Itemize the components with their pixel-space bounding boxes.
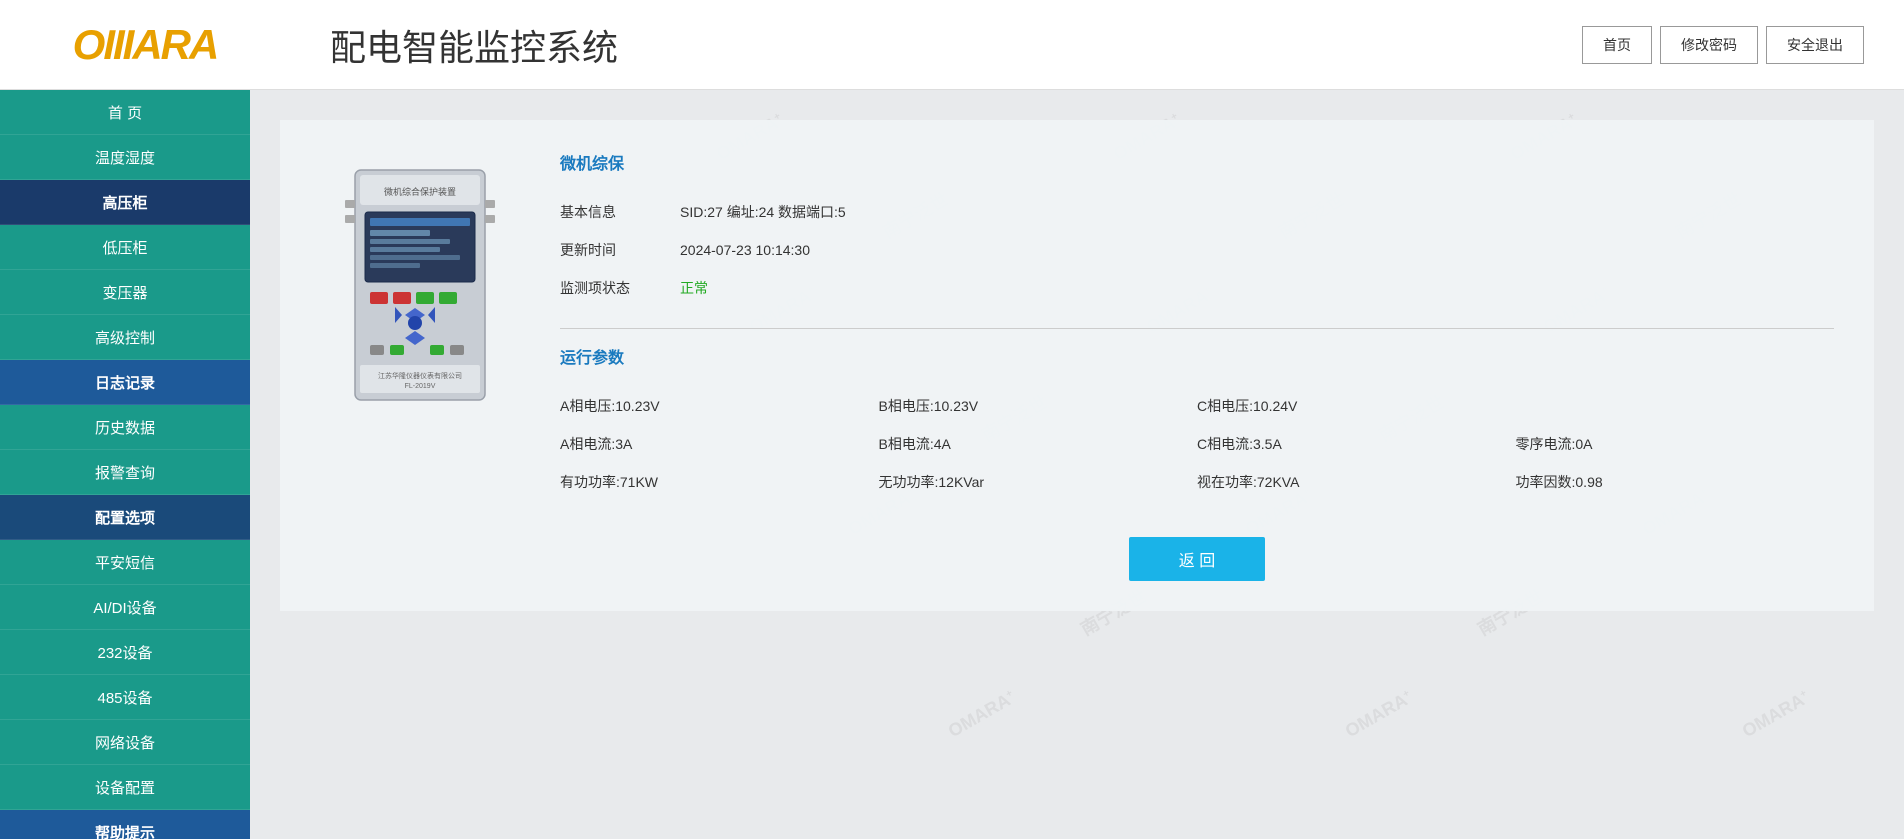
sidebar-item-log[interactable]: 日志记录: [0, 360, 250, 405]
basic-info-value: SID:27 编址:24 数据端口:5: [680, 202, 846, 222]
param-c-voltage: C相电压:10.24V: [1197, 396, 1516, 416]
return-button[interactable]: 返 回: [1129, 537, 1265, 581]
sidebar-item-low-voltage[interactable]: 低压柜: [0, 225, 250, 270]
param-c-current: C相电流:3.5A: [1197, 434, 1516, 454]
sidebar-item-transformer[interactable]: 变压器: [0, 270, 250, 315]
update-time-label: 更新时间: [560, 240, 680, 260]
sidebar-item-232[interactable]: 232设备: [0, 630, 250, 675]
sidebar-item-config[interactable]: 配置选项: [0, 495, 250, 540]
params-section: 运行参数 A相电压:10.23V B相电压:10.23V C相电压:10.24V…: [560, 344, 1834, 492]
sidebar-item-temp-humidity[interactable]: 温度湿度: [0, 135, 250, 180]
divider: [560, 328, 1834, 329]
monitor-status-label: 监测项状态: [560, 278, 680, 298]
sidebar: 首 页 温度湿度 高压柜 低压柜 变压器 高级控制 日志记录 历史数据 报警查询…: [0, 90, 250, 839]
sidebar-item-home[interactable]: 首 页: [0, 90, 250, 135]
param-active-power: 有功功率:71KW: [560, 472, 879, 492]
header: OIIIARA 配电智能监控系统 首页 修改密码 安全退出: [0, 0, 1904, 90]
section2-title: 运行参数: [560, 344, 1834, 376]
page-title: 配电智能监控系统: [270, 19, 1582, 71]
sidebar-item-history[interactable]: 历史数据: [0, 405, 250, 450]
logo-area: OIIIARA: [20, 21, 270, 69]
sidebar-item-advanced-control[interactable]: 高级控制: [0, 315, 250, 360]
sidebar-item-485[interactable]: 485设备: [0, 675, 250, 720]
info-panel: 微机综保 基本信息 SID:27 编址:24 数据端口:5 更新时间 2024-…: [560, 150, 1834, 581]
svg-text:微机综合保护装置: 微机综合保护装置: [384, 186, 456, 197]
basic-info-label: 基本信息: [560, 202, 680, 222]
param-apparent-power: 视在功率:72KVA: [1197, 472, 1516, 492]
change-password-button[interactable]: 修改密码: [1660, 26, 1758, 64]
sidebar-item-alarm[interactable]: 报警查询: [0, 450, 250, 495]
param-empty1: [1516, 396, 1835, 416]
sidebar-item-help-tips[interactable]: 帮助提示: [0, 810, 250, 839]
basic-info-row: 基本信息 SID:27 编址:24 数据端口:5: [560, 202, 1834, 222]
monitor-status-value: 正常: [680, 278, 708, 298]
svg-text:FL-2019V: FL-2019V: [405, 383, 436, 390]
param-reactive-power: 无功功率:12KVar: [879, 472, 1198, 492]
logout-button[interactable]: 安全退出: [1766, 26, 1864, 64]
sidebar-item-device-config[interactable]: 设备配置: [0, 765, 250, 810]
monitor-status-row: 监测项状态 正常: [560, 278, 1834, 298]
device-card: 微机综合保护装置: [280, 120, 1874, 611]
header-buttons: 首页 修改密码 安全退出: [1582, 26, 1884, 64]
sidebar-item-high-voltage[interactable]: 高压柜: [0, 180, 250, 225]
param-a-current: A相电流:3A: [560, 434, 879, 454]
basic-info-table: 基本信息 SID:27 编址:24 数据端口:5 更新时间 2024-07-23…: [560, 202, 1834, 298]
home-button[interactable]: 首页: [1582, 26, 1652, 64]
param-b-current: B相电流:4A: [879, 434, 1198, 454]
update-time-value: 2024-07-23 10:14:30: [680, 242, 810, 258]
param-b-voltage: B相电压:10.23V: [879, 396, 1198, 416]
update-time-row: 更新时间 2024-07-23 10:14:30: [560, 240, 1834, 260]
sidebar-item-aidi[interactable]: AI/DI设备: [0, 585, 250, 630]
device-image-area: 微机综合保护装置: [320, 150, 520, 581]
sidebar-item-sms[interactable]: 平安短信: [0, 540, 250, 585]
device-illustration: 微机综合保护装置: [335, 160, 505, 440]
param-a-voltage: A相电压:10.23V: [560, 396, 879, 416]
main-content: OMARA+ OMARA+ OMARA+ 南宁泛世 南宁泛世 南宁泛世 OMAR…: [250, 90, 1904, 839]
params-grid: A相电压:10.23V B相电压:10.23V C相电压:10.24V A相电流…: [560, 396, 1834, 492]
sidebar-item-network[interactable]: 网络设备: [0, 720, 250, 765]
svg-text:江苏华隆仪器仪表有限公司: 江苏华隆仪器仪表有限公司: [378, 371, 462, 380]
param-power-factor: 功率因数:0.98: [1516, 472, 1835, 492]
section1-title: 微机综保: [560, 150, 1834, 182]
main-layout: 首 页 温度湿度 高压柜 低压柜 变压器 高级控制 日志记录 历史数据 报警查询…: [0, 90, 1904, 839]
param-zero-current: 零序电流:0A: [1516, 434, 1835, 454]
logo: OIIIARA: [73, 21, 218, 69]
